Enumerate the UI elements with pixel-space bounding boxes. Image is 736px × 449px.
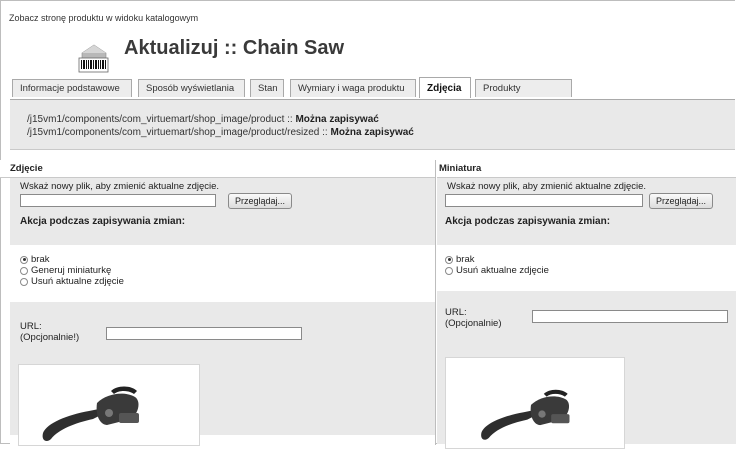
catalog-view-link[interactable]: Zobacz stronę produktu w widoku katalogo… xyxy=(9,13,198,23)
tab-basic-info[interactable]: Informacje podstawowe xyxy=(12,79,132,97)
thumbnail-upload-hint: Wskaż nowy plik, aby zmienić aktualne zd… xyxy=(447,181,647,192)
image-action-title: Akcja podczas zapisywania zmian: xyxy=(20,216,186,227)
thumbnail-upload-panel: Wskaż nowy plik, aby zmienić aktualne zd… xyxy=(437,178,736,245)
chainsaw-thumbnail-image xyxy=(445,357,625,449)
page-title: Aktualizuj :: Chain Saw xyxy=(124,37,345,59)
image-file-input[interactable] xyxy=(20,194,216,207)
thumbnail-url-panel: URL: (Opcjonalnie) xyxy=(437,291,736,344)
image-option-delete[interactable]: Usuń aktualne zdjęcie xyxy=(20,276,435,287)
image-option-none[interactable]: brak xyxy=(20,254,435,265)
tab-stock[interactable]: Stan xyxy=(250,79,284,97)
image-file-row: Przeglądaj... xyxy=(10,192,435,210)
image-url-panel: URL: (Opcjonalnie!) xyxy=(10,302,435,355)
tab-bar: Informacje podstawowe Sposób wyświetlani… xyxy=(10,77,735,112)
image-preview-panel xyxy=(10,355,435,446)
radio-selected-icon[interactable] xyxy=(445,255,453,264)
thumbnail-option-delete[interactable]: Usuń aktualne zdjęcie xyxy=(445,265,736,276)
product-path-line: /j15vm1/components/com_virtuemart/shop_i… xyxy=(27,114,379,125)
thumbnail-preview-panel xyxy=(437,344,736,449)
radio-icon[interactable] xyxy=(20,277,28,286)
resized-path-line: /j15vm1/components/com_virtuemart/shop_i… xyxy=(27,127,414,138)
image-option-generate-thumb[interactable]: Generuj miniaturkę xyxy=(20,265,435,276)
thumbnail-heading: Miniatura xyxy=(437,160,736,178)
tab-related-products[interactable]: Produkty pokrewne xyxy=(475,79,572,112)
thumbnail-action-options: brak Usuń aktualne zdjęcie xyxy=(437,245,736,291)
chainsaw-image xyxy=(18,364,200,446)
radio-icon[interactable] xyxy=(445,266,453,275)
tab-dimensions[interactable]: Wymiary i waga produktu xyxy=(290,79,416,97)
image-upload-panel: Wskaż nowy plik, aby zmienić aktualne zd… xyxy=(10,178,435,245)
tab-images[interactable]: Zdjęcia xyxy=(419,77,471,98)
radio-icon[interactable] xyxy=(20,266,28,275)
tab-display[interactable]: Sposób wyświetlania xyxy=(138,79,245,97)
thumbnail-browse-button[interactable]: Przeglądaj... xyxy=(649,193,714,209)
thumbnail-action-title: Akcja podczas zapisywania zmian: xyxy=(445,216,611,227)
thumbnail-option-none[interactable]: brak xyxy=(445,254,736,265)
image-action-options: brak Generuj miniaturkę Usuń aktualne zd… xyxy=(10,245,435,302)
thumbnail-file-input[interactable] xyxy=(445,194,643,207)
image-url-input[interactable] xyxy=(106,327,302,340)
product-barcode-icon xyxy=(76,41,111,74)
image-upload-hint: Wskaż nowy plik, aby zmienić aktualne zd… xyxy=(20,181,220,192)
image-url-label: URL: (Opcjonalnie!) xyxy=(20,321,80,343)
thumbnail-file-row: Przeglądaj... xyxy=(437,192,736,210)
radio-selected-icon[interactable] xyxy=(20,255,28,264)
image-browse-button[interactable]: Przeglądaj... xyxy=(228,193,293,209)
thumbnail-url-label: URL: (Opcjonalnie) xyxy=(445,307,502,329)
image-path-status: /j15vm1/components/com_virtuemart/shop_i… xyxy=(10,100,735,150)
image-heading: Zdjęcie xyxy=(0,160,435,178)
thumbnail-column: Miniatura Wskaż nowy plik, aby zmienić a… xyxy=(437,160,736,449)
thumbnail-url-input[interactable] xyxy=(532,310,728,323)
image-column: Zdjęcie Wskaż nowy plik, aby zmienić akt… xyxy=(0,160,436,446)
